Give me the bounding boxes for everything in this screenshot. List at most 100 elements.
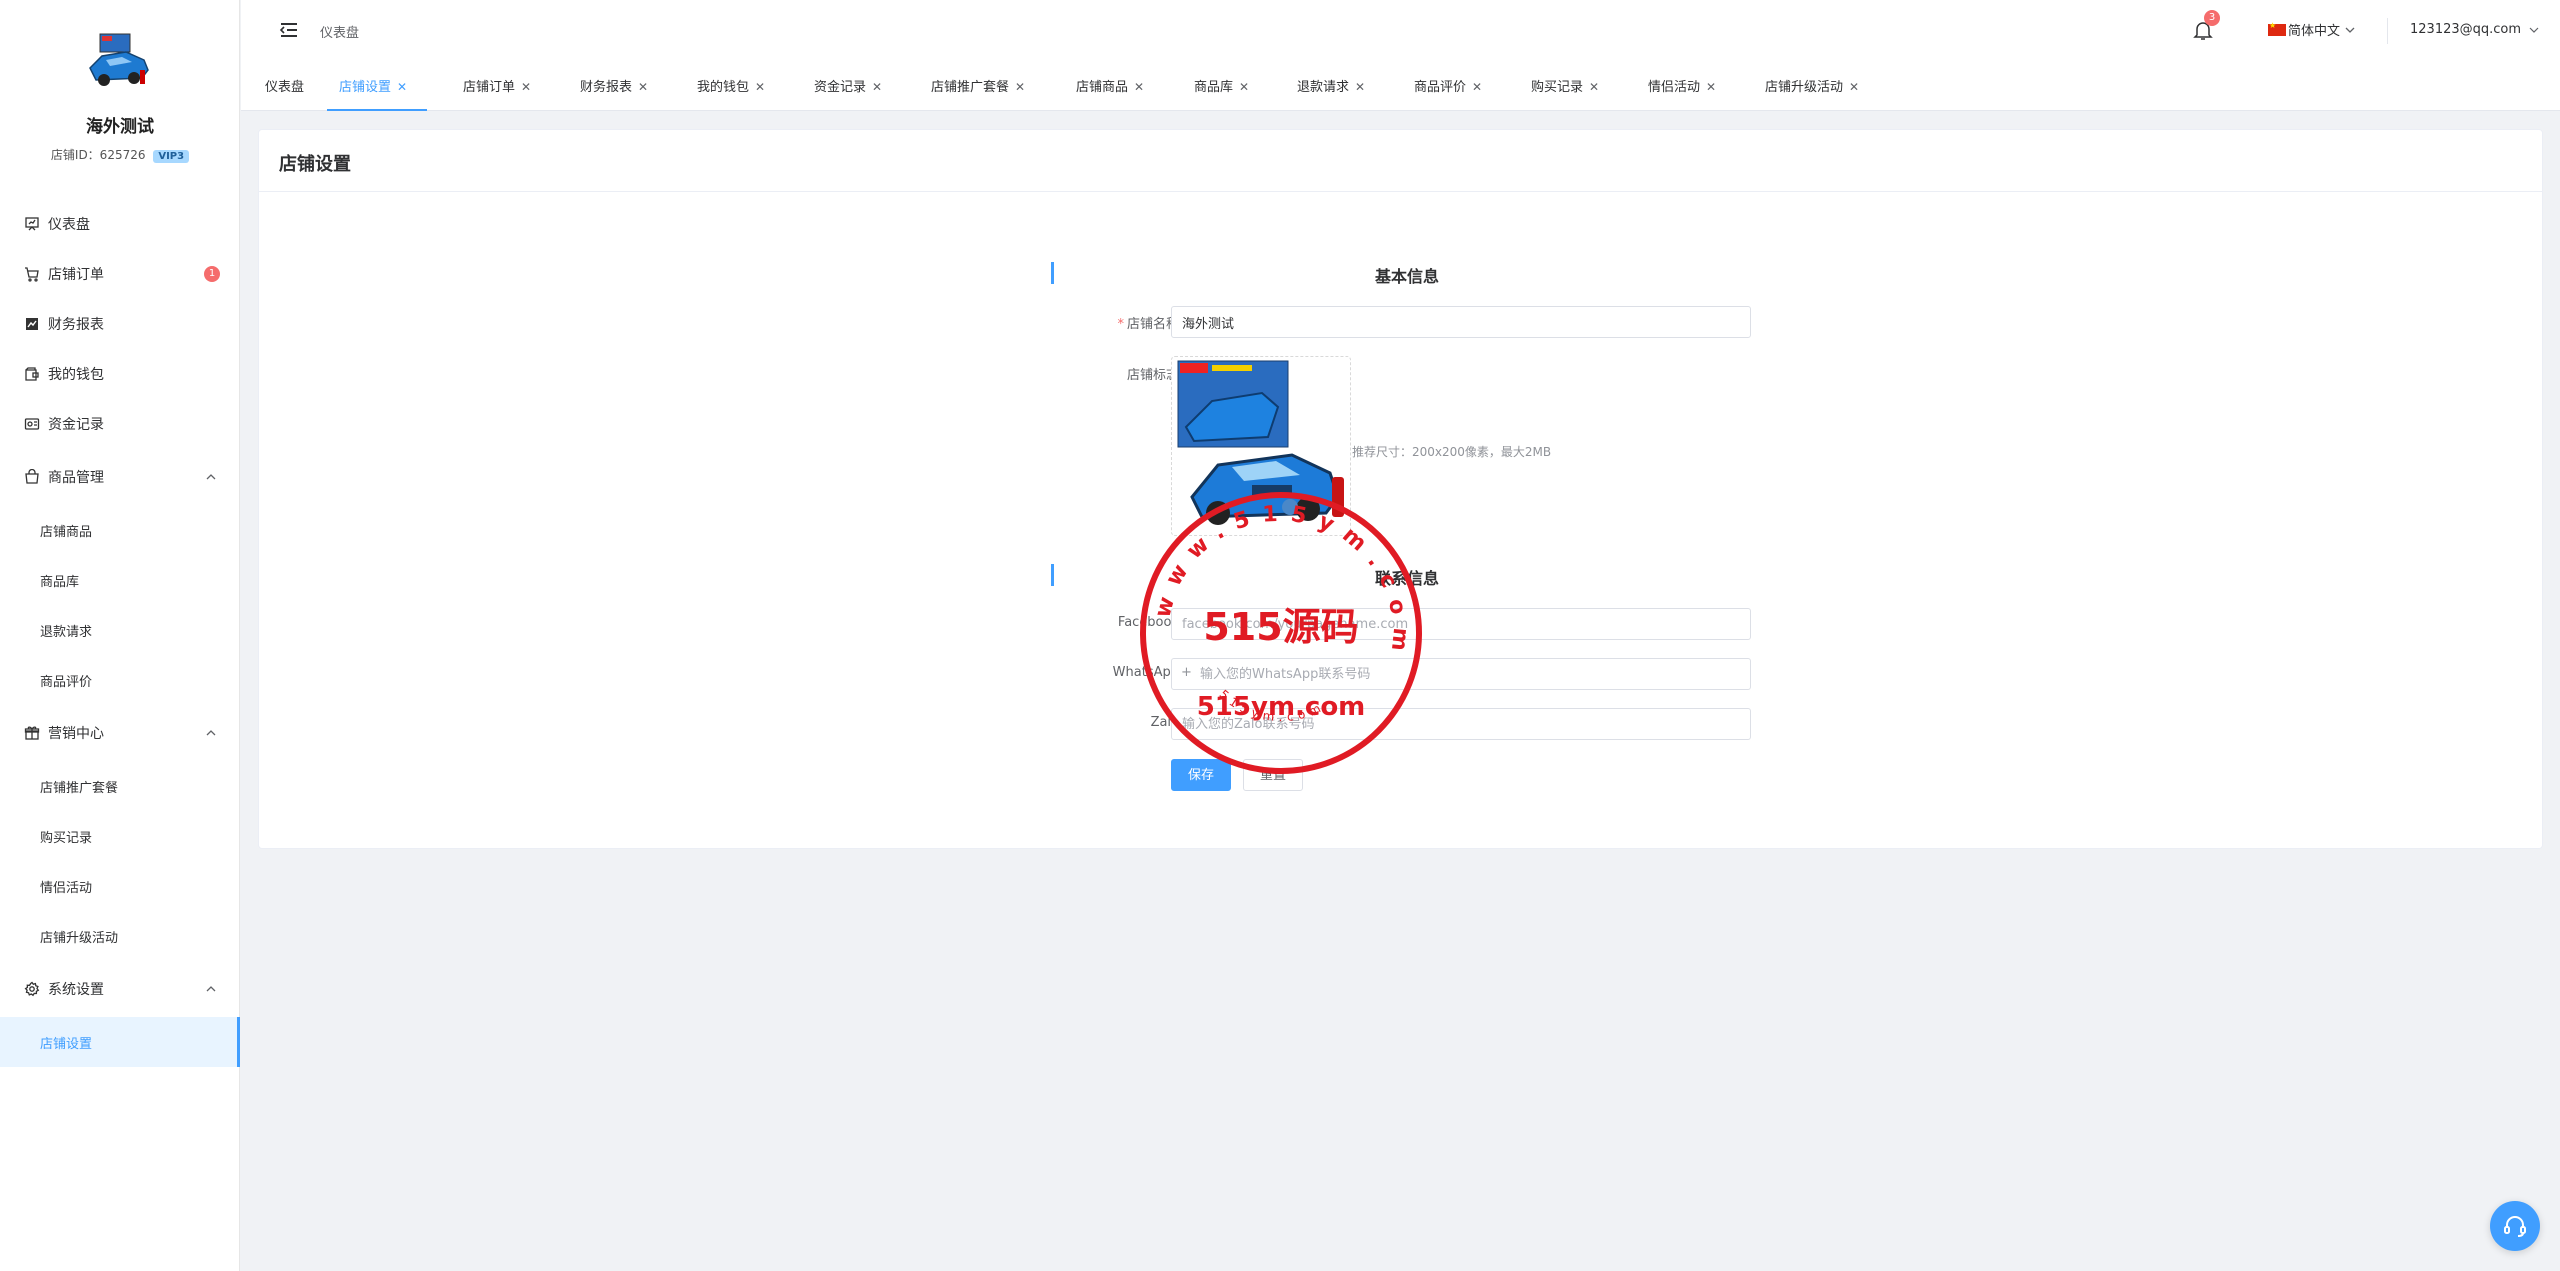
close-icon[interactable]: ✕ [1849, 80, 1859, 94]
tab-shop-settings[interactable]: 店铺设置 ✕ [327, 62, 428, 111]
sidebar-item-label: 店铺订单 [48, 267, 104, 283]
sidebar-item-label: 商品管理 [48, 470, 104, 486]
close-icon[interactable]: ✕ [1589, 80, 1599, 94]
tab-label: 店铺推广套餐 [931, 80, 1010, 95]
sidebar-item-label: 店铺商品 [40, 524, 93, 540]
gift-icon [22, 723, 42, 743]
facebook-label: Facebook [1117, 615, 1179, 630]
section-marker [1051, 262, 1054, 284]
close-icon[interactable]: ✕ [1472, 80, 1482, 94]
sidebar-item-label: 店铺设置 [40, 1036, 93, 1052]
sidebar-item-label: 情侣活动 [40, 880, 93, 896]
sidebar-item-reviews[interactable]: 商品评价 [0, 655, 240, 705]
tab-finance[interactable]: 财务报表 ✕ [580, 62, 648, 111]
tab-promo-packages[interactable]: 店铺推广套餐 ✕ [931, 62, 1025, 111]
tab-purchase-records[interactable]: 购买记录 ✕ [1531, 62, 1599, 111]
sidebar-item-refunds[interactable]: 退款请求 [0, 605, 240, 655]
whatsapp-prefix: + [1181, 665, 1192, 680]
user-menu[interactable]: 123123@qq.com [2410, 22, 2539, 37]
close-icon[interactable]: ✕ [521, 80, 531, 94]
headset-icon [2504, 1216, 2526, 1237]
sidebar-item-label: 系统设置 [48, 982, 104, 998]
settings-card: 店铺设置 基本信息 *店铺名称 店铺标志 推荐尺寸：200x200像素，最大2M… [258, 129, 2543, 849]
tab-refunds[interactable]: 退款请求 ✕ [1297, 62, 1365, 111]
tab-upgrade-events[interactable]: 店铺升级活动 ✕ [1765, 62, 1859, 111]
sidebar-group-marketing[interactable]: 营销中心 [0, 708, 240, 758]
sidebar-item-wallet[interactable]: 我的钱包 [0, 349, 240, 399]
sidebar-item-dashboard[interactable]: 仪表盘 [0, 199, 240, 249]
shop-name-input[interactable] [1171, 306, 1751, 338]
gear-icon [22, 979, 42, 999]
breadcrumb[interactable]: 仪表盘 [320, 22, 359, 41]
close-icon[interactable]: ✕ [1706, 80, 1716, 94]
chevron-up-icon [206, 730, 216, 736]
sidebar-item-label: 商品评价 [40, 674, 93, 690]
tab-label: 店铺升级活动 [1765, 80, 1844, 95]
logo-preview-image [1177, 360, 1344, 525]
tab-shop-products[interactable]: 店铺商品 ✕ [1076, 62, 1144, 111]
sidebar-item-promo-packages[interactable]: 店铺推广套餐 [0, 761, 240, 811]
menu-toggle-icon[interactable] [279, 20, 299, 40]
facebook-input[interactable] [1171, 608, 1751, 640]
close-icon[interactable]: ✕ [1355, 80, 1365, 94]
sidebar-group-products[interactable]: 商品管理 [0, 452, 240, 502]
sidebar-item-couple-events[interactable]: 情侣活动 [0, 861, 240, 911]
user-email: 123123@qq.com [2410, 22, 2522, 37]
sidebar-item-label: 店铺推广套餐 [40, 780, 119, 796]
sidebar-item-finance[interactable]: 财务报表 [0, 299, 240, 349]
tab-dashboard[interactable]: 仪表盘 [265, 62, 304, 111]
sidebar-item-shop-settings[interactable]: 店铺设置 [0, 1017, 240, 1067]
chevron-down-icon [2345, 27, 2355, 33]
sidebar-item-label: 我的钱包 [48, 367, 104, 383]
close-icon[interactable]: ✕ [397, 80, 407, 94]
language-label: 简体中文 [2288, 24, 2341, 39]
zalo-input[interactable] [1171, 708, 1751, 740]
tab-label: 退款请求 [1297, 80, 1350, 95]
sidebar-item-shop-products[interactable]: 店铺商品 [0, 505, 240, 555]
sidebar-item-purchase-records[interactable]: 购买记录 [0, 811, 240, 861]
sidebar-group-system[interactable]: 系统设置 [0, 964, 240, 1014]
sidebar-item-label: 资金记录 [48, 417, 104, 433]
tab-bar: 仪表盘 店铺设置 ✕ 店铺订单 ✕ 财务报表 ✕ 我的钱包 ✕ 资金记录 ✕ 店铺推广套餐… [241, 62, 2560, 111]
sidebar-item-orders[interactable]: 店铺订单 1 [0, 249, 240, 299]
tab-label: 商品评价 [1414, 80, 1467, 95]
close-icon[interactable]: ✕ [1015, 80, 1025, 94]
sidebar-item-label: 财务报表 [48, 317, 104, 333]
basic-info-title: 基本信息 [1375, 267, 1440, 286]
notification-badge: 3 [2204, 10, 2220, 26]
whatsapp-input[interactable] [1171, 658, 1751, 690]
chevron-up-icon [206, 474, 216, 480]
reset-button[interactable]: 重置 [1243, 759, 1303, 791]
close-icon[interactable]: ✕ [1239, 80, 1249, 94]
language-select[interactable]: 简体中文 [2268, 20, 2356, 39]
sidebar-item-upgrade-events[interactable]: 店铺升级活动 [0, 911, 240, 961]
orders-badge: 1 [204, 266, 220, 282]
close-icon[interactable]: ✕ [872, 80, 882, 94]
customer-support-button[interactable] [2490, 1201, 2540, 1251]
cart-icon [22, 264, 42, 284]
logo-upload[interactable] [1171, 356, 1351, 536]
sidebar-item-label: 店铺升级活动 [40, 930, 119, 946]
tab-fund-records[interactable]: 资金记录 ✕ [814, 62, 882, 111]
whatsapp-label: WhatsApp [1112, 665, 1179, 680]
close-icon[interactable]: ✕ [1134, 80, 1144, 94]
page-title: 店铺设置 [259, 130, 2542, 192]
tab-wallet[interactable]: 我的钱包 ✕ [697, 62, 765, 111]
sidebar-item-fund-records[interactable]: 资金记录 [0, 399, 240, 449]
close-icon[interactable]: ✕ [638, 80, 648, 94]
shop-id-row: 店铺ID：625726 VIP3 [0, 146, 240, 163]
bag-icon [22, 467, 42, 487]
tab-label: 商品库 [1194, 80, 1234, 95]
tab-label: 店铺商品 [1076, 80, 1129, 95]
tab-couple-events[interactable]: 情侣活动 ✕ [1648, 62, 1716, 111]
wallet-icon [22, 364, 42, 384]
tab-product-library[interactable]: 商品库 ✕ [1194, 62, 1249, 111]
tab-reviews[interactable]: 商品评价 ✕ [1414, 62, 1482, 111]
sidebar-item-product-library[interactable]: 商品库 [0, 555, 240, 605]
tab-shop-orders[interactable]: 店铺订单 ✕ [463, 62, 531, 111]
close-icon[interactable]: ✕ [755, 80, 765, 94]
save-button[interactable]: 保存 [1171, 759, 1231, 791]
sidebar-item-label: 购买记录 [40, 830, 93, 846]
section-marker [1051, 564, 1054, 586]
sidebar-item-label: 仪表盘 [48, 217, 90, 233]
